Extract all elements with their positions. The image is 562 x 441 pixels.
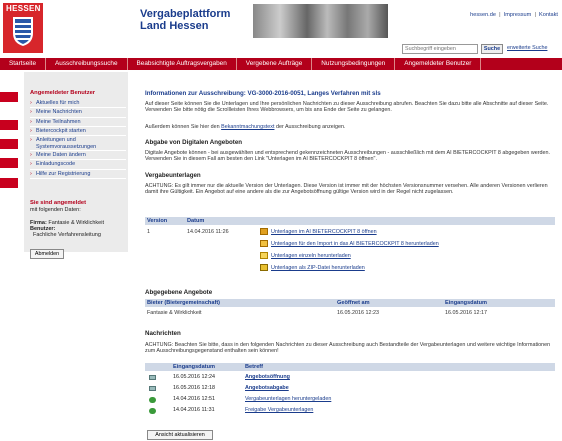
status-ok-icon [149, 408, 156, 414]
angebote-heading: Abgegebene Angebote [145, 289, 213, 296]
nav-ausschreibungssuche[interactable]: Ausschreibungssuche [46, 58, 128, 70]
message-row[interactable]: 16.05.2016 12:18 Angebotsabgabe [145, 384, 555, 393]
message-subject-link[interactable]: Vergabeunterlagen heruntergeladen [245, 395, 331, 404]
link-hessen-de[interactable]: hessen.de [470, 12, 496, 18]
eingang-date: 16.05.2016 12:17 [445, 310, 487, 316]
bekanntmachungstext-link[interactable]: Bekanntmachungstext [221, 124, 274, 130]
platform-title-line2: Land Hessen [140, 20, 209, 32]
nachrichten-text: ACHTUNG: Beachten Sie bitte, dass in den… [145, 342, 551, 355]
col-nachricht-eingang: Eingangsdatum [173, 364, 215, 370]
message-date: 14.04.2016 11:31 [173, 407, 215, 413]
sidebar-item-hilfe-registrierung[interactable]: Hilfe zur Registrierung [30, 170, 126, 179]
version-date: 14.04.2016 11:26 [187, 229, 229, 235]
bieter-name: Fantasie & Wirklichkeit [147, 310, 202, 316]
geoeffnet-date: 16.05.2016 12:23 [337, 310, 379, 316]
status-ok-icon [149, 397, 156, 403]
zip-icon [260, 264, 268, 271]
bekanntmachung-line: Außerdem können Sie hier den Bekanntmach… [145, 124, 346, 130]
unterlagen-text: ACHTUNG: Es gilt immer nur die aktuelle … [145, 183, 548, 196]
header-photo-strip [253, 4, 388, 38]
version-table-header: Version Datum [145, 217, 555, 225]
open-in-bietercockpit-link[interactable]: Unterlagen im AI BIETERCOCKPIT 8 öffnen [271, 229, 377, 235]
platform-title[interactable]: Vergabeplattform Land Hessen [140, 8, 230, 32]
message-subject-link[interactable]: Angebotsabgabe [245, 384, 289, 393]
doc-link-row: Unterlagen als ZIP-Datei herunterladen [260, 264, 365, 271]
user-info: Firma: Fantasie & Wirklichkeit Benutzer:… [30, 220, 104, 238]
version-number: 1 [147, 229, 150, 235]
sidebar-item-bietercockpit[interactable]: Bietercockpit starten [30, 127, 126, 136]
message-subject-link[interactable]: Freigabe Vergabeunterlagen [245, 406, 313, 415]
cockpit-icon [260, 228, 268, 235]
logged-in-subtitle: mit folgenden Daten: [30, 207, 81, 213]
message-row[interactable]: 14.04.2016 11:31 Freigabe Vergabeunterla… [145, 406, 555, 415]
firma-value: Fantasie & Wirklichkeit [48, 220, 104, 226]
import-icon [260, 240, 268, 247]
col-bieter: Bieter (Bietergemeinschaft) [147, 300, 221, 306]
hessen-logo[interactable]: HESSEN [3, 3, 43, 53]
sidebar-item-nachrichten[interactable]: Meine Nachrichten [30, 108, 126, 118]
platform-title-line1: Vergabeplattform [140, 8, 231, 20]
mail-open-icon [149, 386, 156, 391]
sidebar-marker [0, 158, 18, 168]
nav-angemeldeter-benutzer[interactable]: Angemeldeter Benutzer [395, 58, 482, 70]
sidebar-item-einladungscode[interactable]: Einladungscode [30, 160, 126, 170]
download-single-link[interactable]: Unterlagen einzeln herunterladen [271, 253, 351, 259]
refresh-view-button[interactable]: Ansicht aktualisieren [147, 430, 213, 440]
nav-beabsichtigte-auftragsvergaben[interactable]: Beabsichtigte Auftragsvergaben [128, 58, 237, 70]
doc-link-row: Unterlagen einzeln herunterladen [260, 252, 351, 259]
message-date: 16.05.2016 12:24 [173, 374, 215, 380]
logo-text: HESSEN [6, 4, 41, 13]
intro-text: Auf dieser Seite können Sie die Unterlag… [145, 101, 549, 114]
sidebar-marker [0, 120, 18, 130]
top-links: hessen.de | Impressum | Kontakt [470, 12, 558, 18]
import-download-link[interactable]: Unterlagen für den Import in das AI BIET… [271, 241, 439, 247]
col-betreff: Betreff [245, 364, 264, 370]
doc-link-row: Unterlagen für den Import in das AI BIET… [260, 240, 439, 247]
nachrichten-heading: Nachrichten [145, 330, 181, 337]
sidebar-item-aktuelles[interactable]: Aktuelles für mich [30, 99, 126, 109]
sidebar-marker [0, 139, 18, 149]
sidebar-menu: Aktuelles für mich Meine Nachrichten Mei… [30, 99, 126, 179]
logged-in-title: Sie sind angemeldet [30, 200, 87, 206]
search-input[interactable] [402, 44, 478, 54]
sidebar-marker [0, 178, 18, 188]
col-datum: Datum [187, 218, 205, 224]
abgabe-text: Digitale Angebote können - bei ausgewähl… [145, 150, 551, 163]
message-date: 14.04.2016 12:51 [173, 396, 215, 402]
angebote-table-header: Bieter (Bietergemeinschaft) Geöffnet am … [145, 299, 555, 307]
col-version: Version [147, 218, 168, 224]
benutzer-value: Fachliche Verfahrensleitung [33, 232, 101, 238]
col-geoeffnet: Geöffnet am [337, 300, 370, 306]
search-button[interactable]: Suche [481, 44, 503, 54]
files-icon [260, 252, 268, 259]
logout-button[interactable]: Abmelden [30, 249, 64, 259]
link-kontakt[interactable]: Kontakt [539, 12, 558, 18]
advanced-search-link[interactable]: erweiterte Suche [507, 45, 547, 51]
sidebar-item-teilnahmen[interactable]: Meine Teilnahmen [30, 118, 126, 127]
unterlagen-heading: Vergabeunterlagen [145, 172, 201, 179]
nav-vergebene-auftraege[interactable]: Vergebene Aufträge [237, 58, 313, 70]
col-eingangsdatum: Eingangsdatum [445, 300, 487, 306]
nachrichten-table-header: Eingangsdatum Betreff [145, 363, 555, 371]
coat-of-arms-icon [13, 17, 33, 46]
mail-open-icon [149, 375, 156, 380]
nav-nutzungsbedingungen[interactable]: Nutzungsbedingungen [312, 58, 396, 70]
main-nav: Startseite Ausschreibungssuche Beabsicht… [0, 58, 562, 70]
message-date: 16.05.2016 12:18 [173, 385, 215, 391]
sidebar-title: Angemeldeter Benutzer [30, 90, 96, 96]
message-row[interactable]: 16.05.2016 12:24 Angebotsöffnung [145, 373, 555, 382]
abgabe-heading: Abgabe von Digitalen Angeboten [145, 139, 243, 146]
sidebar-marker [0, 92, 18, 102]
link-impressum[interactable]: Impressum [504, 12, 532, 18]
sidebar-item-anleitungen[interactable]: Anleitungen und Systemvoraussetzungen [30, 136, 126, 152]
nav-startseite[interactable]: Startseite [0, 58, 46, 70]
sidebar-item-daten-aendern[interactable]: Meine Daten ändern [30, 151, 126, 161]
message-row[interactable]: 14.04.2016 12:51 Vergabeunterlagen herun… [145, 395, 555, 404]
download-zip-link[interactable]: Unterlagen als ZIP-Datei herunterladen [271, 265, 365, 271]
sidebar: Angemeldeter Benutzer Aktuelles für mich… [24, 72, 128, 259]
header: HESSEN Vergabeplattform Land Hessen hess… [0, 0, 562, 55]
message-subject-link[interactable]: Angebotsöffnung [245, 373, 290, 382]
page-title: Informationen zur Ausschreibung: VG-3000… [145, 90, 381, 97]
doc-link-row: Unterlagen im AI BIETERCOCKPIT 8 öffnen [260, 228, 377, 235]
